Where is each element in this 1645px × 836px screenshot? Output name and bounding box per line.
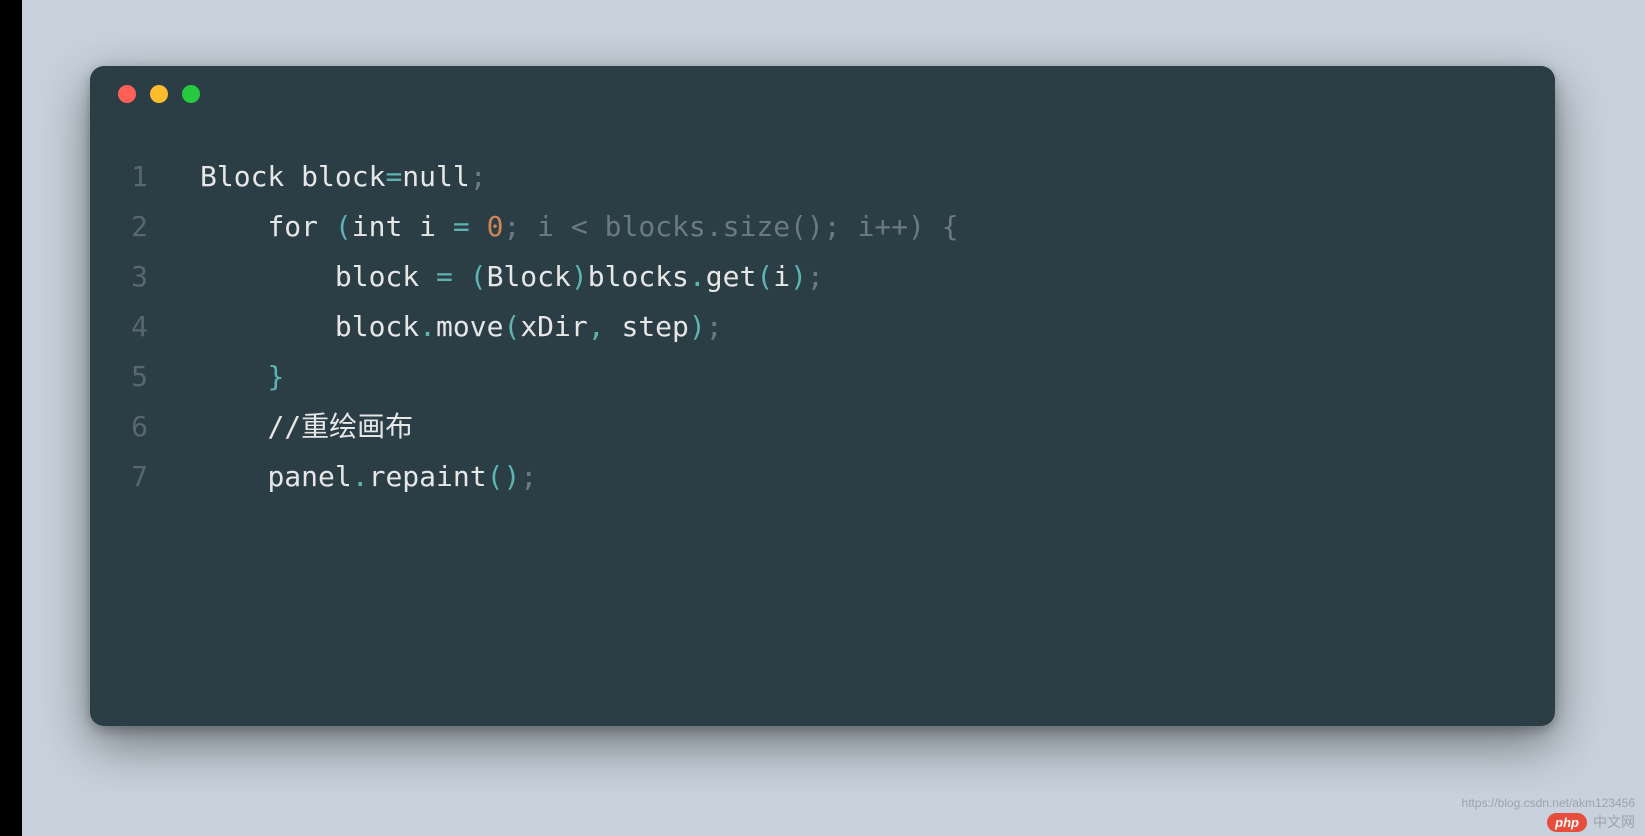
line-number: 2 bbox=[90, 202, 200, 252]
token: ( bbox=[335, 210, 352, 243]
token: () bbox=[487, 460, 521, 493]
token: ( bbox=[756, 260, 773, 293]
code-line[interactable]: 5 } bbox=[90, 352, 1555, 402]
token: block bbox=[335, 260, 436, 293]
code-content[interactable]: } bbox=[200, 352, 284, 402]
token: blocks bbox=[588, 260, 689, 293]
line-number: 7 bbox=[90, 452, 200, 502]
token: xDir bbox=[520, 310, 587, 343]
watermark-text: 中文网 bbox=[1593, 812, 1635, 832]
token: ; bbox=[807, 260, 824, 293]
token: ) bbox=[689, 310, 706, 343]
token: ; bbox=[470, 160, 487, 193]
token: i bbox=[402, 210, 453, 243]
token: move bbox=[436, 310, 503, 343]
token: ) bbox=[571, 260, 588, 293]
token: repaint bbox=[369, 460, 487, 493]
token: . bbox=[689, 260, 706, 293]
code-line[interactable]: 1Block block=null; bbox=[90, 152, 1555, 202]
code-line[interactable]: 3 block = (Block)blocks.get(i); bbox=[90, 252, 1555, 302]
token: get bbox=[706, 260, 757, 293]
token: null bbox=[402, 160, 469, 193]
code-line[interactable]: 2 for (int i = 0; i < blocks.size(); i++… bbox=[90, 202, 1555, 252]
window-titlebar bbox=[90, 66, 1555, 122]
token: , bbox=[588, 310, 605, 343]
close-icon[interactable] bbox=[118, 85, 136, 103]
watermark: php 中文网 bbox=[1547, 812, 1635, 832]
token: ( bbox=[470, 260, 487, 293]
token: 0 bbox=[487, 210, 504, 243]
code-line[interactable]: 6 //重绘画布 bbox=[90, 402, 1555, 452]
token: Block block bbox=[200, 160, 385, 193]
token: for bbox=[267, 210, 318, 243]
code-content[interactable]: block.move(xDir, step); bbox=[200, 302, 723, 352]
line-number: 6 bbox=[90, 402, 200, 452]
minimize-icon[interactable] bbox=[150, 85, 168, 103]
code-content[interactable]: block = (Block)blocks.get(i); bbox=[200, 252, 824, 302]
code-content[interactable]: panel.repaint(); bbox=[200, 452, 537, 502]
zoom-icon[interactable] bbox=[182, 85, 200, 103]
left-black-strip bbox=[0, 0, 22, 836]
token: //重绘画布 bbox=[267, 410, 413, 443]
php-badge-icon: php bbox=[1547, 813, 1587, 832]
line-number: 1 bbox=[90, 152, 200, 202]
token bbox=[453, 260, 470, 293]
code-content[interactable]: Block block=null; bbox=[200, 152, 487, 202]
token: int bbox=[352, 210, 403, 243]
token: = bbox=[385, 160, 402, 193]
token: ) bbox=[790, 260, 807, 293]
token: Block bbox=[487, 260, 571, 293]
token: panel bbox=[267, 460, 351, 493]
code-editor[interactable]: 1Block block=null;2 for (int i = 0; i < … bbox=[90, 122, 1555, 502]
token: = bbox=[436, 260, 453, 293]
token: ; bbox=[520, 460, 537, 493]
code-content[interactable]: //重绘画布 bbox=[200, 402, 413, 452]
token bbox=[318, 210, 335, 243]
token: i bbox=[773, 260, 790, 293]
token: step bbox=[605, 310, 689, 343]
code-content[interactable]: for (int i = 0; i < blocks.size(); i++) … bbox=[200, 202, 959, 252]
code-window: 1Block block=null;2 for (int i = 0; i < … bbox=[90, 66, 1555, 726]
line-number: 5 bbox=[90, 352, 200, 402]
token: = bbox=[453, 210, 470, 243]
token: block bbox=[335, 310, 419, 343]
line-number: 3 bbox=[90, 252, 200, 302]
token: ; i < blocks.size(); i++) { bbox=[503, 210, 958, 243]
line-number: 4 bbox=[90, 302, 200, 352]
token: . bbox=[419, 310, 436, 343]
code-line[interactable]: 7 panel.repaint(); bbox=[90, 452, 1555, 502]
token: } bbox=[267, 360, 284, 393]
token: . bbox=[352, 460, 369, 493]
token: ; bbox=[706, 310, 723, 343]
token: ( bbox=[503, 310, 520, 343]
code-line[interactable]: 4 block.move(xDir, step); bbox=[90, 302, 1555, 352]
token bbox=[470, 210, 487, 243]
source-url: https://blog.csdn.net/akm123456 bbox=[1462, 796, 1635, 810]
